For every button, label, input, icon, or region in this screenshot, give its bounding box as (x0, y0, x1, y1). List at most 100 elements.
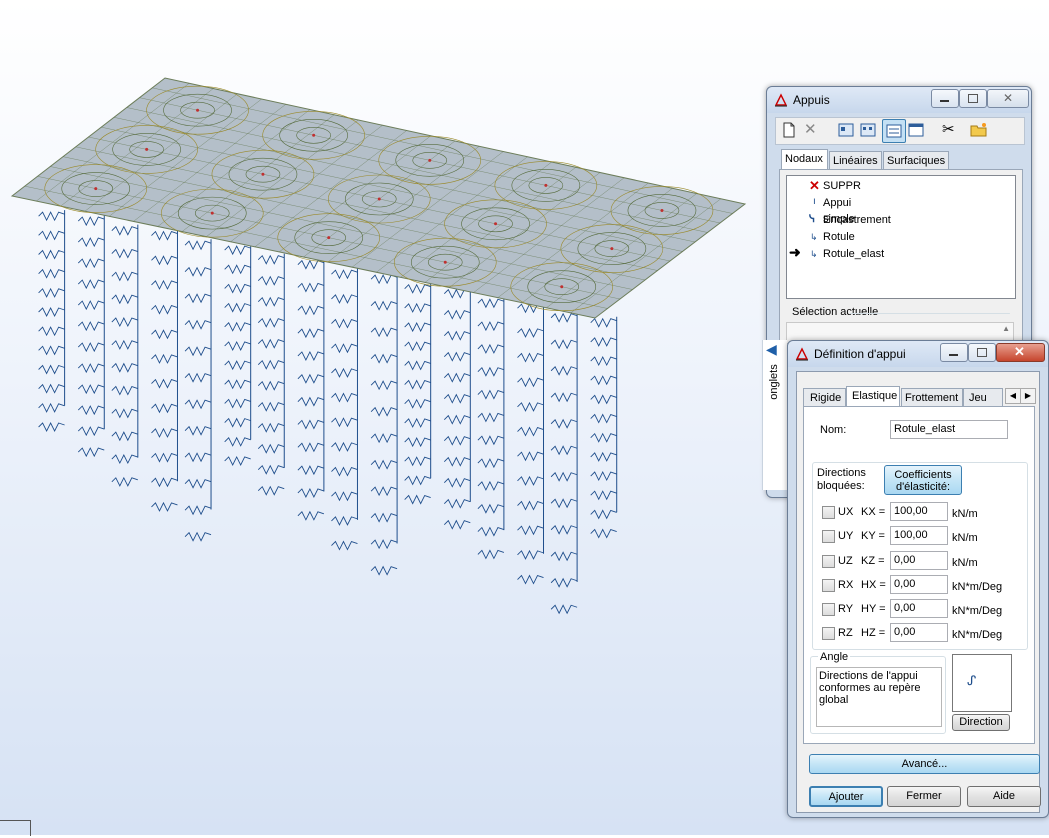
spring-column (517, 302, 545, 585)
view-details-icon[interactable] (908, 123, 924, 137)
tab-lineaires[interactable]: Linéaires (829, 151, 882, 169)
spring-coil (184, 372, 212, 383)
spring-coil (590, 490, 617, 501)
cut-icon[interactable]: ✂ (942, 120, 955, 138)
tab-surfaciques[interactable]: Surfaciques (883, 151, 949, 169)
definition-title: Définition d'appui (814, 347, 906, 361)
spring-coil (477, 503, 505, 514)
spring-coil (517, 377, 544, 388)
blocked-checkbox[interactable] (822, 506, 835, 519)
new-document-icon[interactable] (782, 122, 796, 138)
spring-coil (404, 417, 431, 428)
tab-nodaux[interactable]: Nodaux (781, 149, 828, 169)
close-button[interactable]: ✕ (987, 89, 1029, 108)
spring-coil (111, 339, 138, 350)
maximize-button[interactable] (959, 89, 987, 108)
spring-coil (404, 494, 431, 505)
angle-text-line2: conformes au repère (819, 682, 921, 694)
spring-coil (184, 266, 212, 277)
minimize-button[interactable] (940, 343, 968, 362)
coef-field[interactable]: 0,00 (890, 575, 948, 594)
tab-scroll-left[interactable]: ◀ (1005, 388, 1021, 404)
scroll-up-icon[interactable]: ▲ (1002, 324, 1010, 333)
blocked-checkbox[interactable] (822, 555, 835, 568)
blocked-checkbox[interactable] (822, 603, 835, 616)
view-small-icon[interactable] (860, 123, 876, 137)
definition-window: Définition d'appui ✕ Rigide Elastique Fr… (787, 340, 1049, 818)
spring-coil (331, 293, 358, 304)
spring-coil (257, 275, 285, 286)
view-large-icon[interactable] (838, 123, 854, 137)
spring-coil (477, 366, 505, 377)
name-field[interactable]: Rotule_elast (890, 420, 1008, 439)
spring-coil (184, 399, 212, 410)
close-dialog-button[interactable]: Fermer (887, 786, 961, 807)
view-list-button[interactable] (882, 119, 906, 143)
spring-coil (77, 447, 105, 458)
tab-scroll-right[interactable]: ▶ (1020, 388, 1036, 404)
coef-field[interactable]: 100,00 (890, 502, 948, 521)
coef-label: HX = (861, 579, 886, 591)
name-label: Nom: (820, 424, 847, 436)
spring-coil (550, 577, 578, 588)
support-list[interactable]: ✕ SUPPR ı Appui simple ᓭ Encastrement ↳ … (786, 175, 1016, 299)
open-folder-icon[interactable] (970, 122, 988, 138)
side-tab-onglets[interactable]: ◀ onglets (762, 340, 787, 490)
spring-coil (151, 501, 178, 512)
coef-label: HZ = (861, 627, 886, 639)
support-app-icon (795, 347, 809, 361)
spring-coil (38, 211, 65, 222)
blocked-checkbox[interactable] (822, 530, 835, 543)
spring-coil (477, 298, 505, 309)
spring-coil (550, 312, 578, 323)
close-button[interactable]: ✕ (996, 343, 1045, 362)
mesh-node (443, 260, 447, 264)
spring-coil (257, 338, 285, 349)
spring-coil (331, 515, 358, 526)
spring-coil (111, 317, 138, 328)
mesh-node (660, 208, 664, 212)
maximize-button[interactable] (968, 343, 996, 362)
help-button[interactable]: Aide (967, 786, 1041, 807)
spring-coil (590, 509, 617, 520)
tab-elastique[interactable]: Elastique (846, 386, 900, 406)
appuis-titlebar[interactable]: Appuis ✕ (767, 87, 1031, 113)
spring-coil (111, 476, 138, 487)
unit-label: kN*m/Deg (952, 629, 1003, 641)
spring-coil (550, 418, 578, 429)
coefficients-button[interactable]: Coefficients d'élasticité: (884, 465, 962, 495)
blocked-checkbox[interactable] (822, 579, 835, 592)
spring-coil (590, 413, 617, 424)
tab-elastique-label: Elastique (852, 390, 898, 402)
direction-label: UZ (838, 555, 853, 567)
blocked-checkbox[interactable] (822, 627, 835, 640)
definition-titlebar[interactable]: Définition d'appui ✕ (788, 341, 1048, 367)
spring-coil (297, 510, 325, 521)
support-app-icon (774, 93, 788, 107)
mesh-node (196, 108, 200, 112)
coef-field[interactable]: 0,00 (890, 551, 948, 570)
spring-coil (517, 426, 544, 437)
spring-coil (77, 216, 105, 227)
spring-coil (111, 454, 138, 465)
arrow-right-icon: ▶ (1024, 391, 1032, 400)
angle-label: Angle (818, 651, 851, 663)
minimize-button[interactable] (931, 89, 959, 108)
tab-frottement[interactable]: Frottement (901, 388, 963, 406)
coef-field[interactable]: 100,00 (890, 526, 948, 545)
add-button[interactable]: Ajouter (809, 786, 883, 807)
tab-rigide[interactable]: Rigide (803, 388, 846, 406)
direction-button[interactable]: Direction (952, 714, 1010, 731)
spring-coil (370, 274, 398, 285)
spring-coil (151, 304, 178, 315)
advanced-button[interactable]: Avancé... (809, 754, 1040, 774)
coef-label: KX = (861, 506, 886, 518)
delete-icon[interactable]: ✕ (804, 120, 817, 138)
tab-jeu[interactable]: Jeu (963, 388, 1003, 406)
direction-label: UY (838, 530, 854, 542)
spring-coil (257, 485, 285, 496)
coef-field[interactable]: 0,00 (890, 623, 948, 642)
side-tab-label: onglets (768, 364, 780, 400)
spring-coil (224, 264, 251, 275)
coef-field[interactable]: 0,00 (890, 599, 948, 618)
